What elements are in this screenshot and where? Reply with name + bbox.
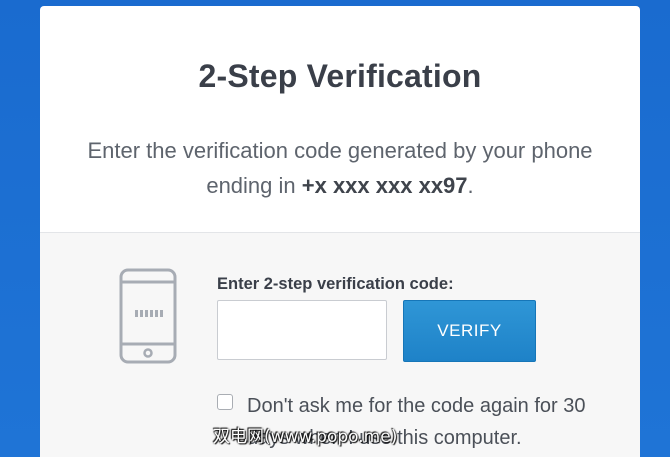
smartphone-icon [119,268,177,364]
description-suffix: . [467,173,474,198]
code-field-label: Enter 2-step verification code: [217,275,454,293]
verification-description: Enter the verification code generated by… [70,133,610,203]
verification-form-panel: Enter 2-step verification code: VERIFY D… [40,233,640,457]
card-header: 2-Step Verification Enter the verificati… [40,6,640,233]
page-title: 2-Step Verification [198,58,482,94]
verification-card: 2-Step Verification Enter the verificati… [40,6,640,457]
verify-button[interactable]: VERIFY [403,300,536,362]
verification-code-input[interactable] [217,300,387,360]
remember-checkbox-label[interactable]: Don't ask me for the code again for 30 d… [247,390,607,454]
remember-checkbox[interactable] [217,394,233,410]
phone-number: +x xxx xxx xx97 [301,173,468,198]
